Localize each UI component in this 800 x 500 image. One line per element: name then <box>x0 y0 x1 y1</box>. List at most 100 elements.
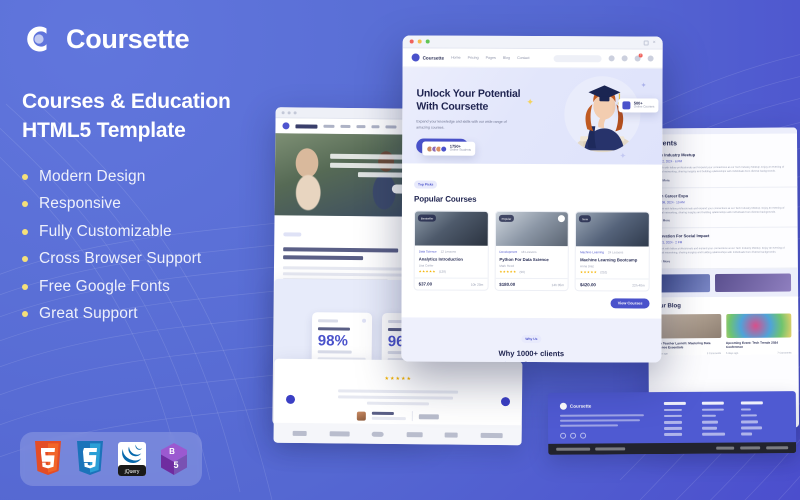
logo-icon <box>559 402 567 410</box>
social-facebook-icon[interactable] <box>560 432 567 439</box>
footer-link[interactable] <box>701 414 716 418</box>
course-card[interactable]: New Machine Learning 24 Lessons Machine … <box>574 211 650 292</box>
bullet-icon <box>22 256 28 263</box>
nav-item-pages[interactable]: Pages <box>486 56 496 60</box>
course-category: Development <box>499 249 518 254</box>
coursette-c-logo-icon <box>27 26 47 52</box>
hero-subtitle: Expand your knowledge and skills with ou… <box>416 119 507 130</box>
course-tag: New <box>579 215 591 223</box>
course-author: Lisa Carter <box>418 263 434 268</box>
nav-link[interactable] <box>385 125 397 129</box>
course-category: Data Science <box>418 249 437 254</box>
social-twitter-icon[interactable] <box>570 432 577 439</box>
nav-link[interactable] <box>323 124 335 128</box>
course-duration: 22h 40m <box>632 283 645 288</box>
list-item[interactable]: Tech Career Expo June 08, 2024 · 10 AM N… <box>647 187 798 229</box>
bullet-icon <box>22 311 28 318</box>
footer-link[interactable] <box>702 426 718 430</box>
legal-link[interactable] <box>766 446 789 450</box>
nav-item-blog[interactable]: Blog <box>503 56 510 60</box>
nav-item-pricing[interactable]: Pricing <box>468 56 479 60</box>
course-reviews: (96) <box>519 270 525 275</box>
feature-label: Great Support <box>39 305 138 323</box>
sparkle-icon: ✦ <box>526 96 534 108</box>
courses-count-badge: 500+ Online Courses <box>618 98 659 113</box>
maximize-icon[interactable] <box>643 39 649 46</box>
course-category: Machine Learning <box>580 250 604 255</box>
social-instagram-icon[interactable] <box>580 432 587 439</box>
course-thumbnail: Bestseller <box>414 211 488 246</box>
cart-icon[interactable]: 2 <box>634 53 643 62</box>
blog-card[interactable]: How Teacher Launch: Mastering Data Scien… <box>655 313 721 355</box>
search-icon[interactable] <box>608 55 615 62</box>
right-website-mockup[interactable]: Events Tech Industry Meetup May 12, 2024… <box>646 127 800 429</box>
user-icon[interactable] <box>647 55 654 62</box>
brand-logo <box>329 430 350 436</box>
why-title-rest: Coursette <box>523 359 558 362</box>
nav-link[interactable] <box>340 124 351 128</box>
footer-link[interactable] <box>741 432 753 436</box>
stat-icon <box>362 318 367 323</box>
footer-brand-block: Coursette <box>559 402 648 439</box>
footer-link[interactable] <box>741 426 763 430</box>
footer-link[interactable] <box>663 414 682 418</box>
window-minimize-button[interactable] <box>417 39 422 44</box>
course-title: Machine Learning Bootcamp <box>580 257 638 263</box>
site-navbar[interactable]: Coursette Home Pricing Pages Blog Contac… <box>402 48 663 69</box>
site-footer: Coursette <box>547 391 797 455</box>
course-card-grid: Bestseller Data Science 12 Lessons Analy… <box>413 210 650 292</box>
company-logo <box>418 413 439 419</box>
rating-stars: ★★★★★ <box>384 375 412 383</box>
hero-title-line-1: Unlock Your Potential <box>416 87 521 100</box>
navbar-menu[interactable]: Home Pricing Pages Blog Contact <box>451 56 529 60</box>
list-item[interactable]: Innovation For Social Impact July 21, 20… <box>647 227 798 270</box>
window-close-button[interactable] <box>409 39 414 44</box>
carousel-next-button[interactable] <box>500 397 511 407</box>
footer-link[interactable] <box>701 408 724 411</box>
rating-stars: ★★★★★ <box>499 270 517 275</box>
hero-image-circle <box>564 76 641 153</box>
read-more-link[interactable]: Read More <box>655 218 791 222</box>
course-tag: Popular <box>498 214 515 222</box>
footer-link[interactable] <box>740 414 757 417</box>
nav-item-home[interactable]: Home <box>451 56 461 60</box>
footer-link[interactable] <box>740 420 759 424</box>
nav-link[interactable] <box>371 125 380 129</box>
footer-link[interactable] <box>702 432 726 436</box>
event-title: Tech Industry Meetup <box>654 152 696 158</box>
read-more-link[interactable]: Read More <box>654 177 790 182</box>
section-pill: Why Us <box>521 335 542 344</box>
legal-link[interactable] <box>740 446 761 450</box>
bookmark-icon[interactable] <box>558 215 566 223</box>
footer-link[interactable] <box>663 420 683 424</box>
copyright-text <box>556 447 591 451</box>
footer-link[interactable] <box>701 420 719 424</box>
footer-link[interactable] <box>663 408 682 412</box>
legal-link[interactable] <box>716 446 735 450</box>
close-icon[interactable]: × <box>653 39 656 45</box>
nav-link[interactable] <box>356 125 366 129</box>
list-item: Modern Design <box>22 168 300 186</box>
window-maximize-button[interactable] <box>425 39 430 44</box>
footer-link[interactable] <box>740 408 751 411</box>
gallery-strip <box>647 268 799 298</box>
read-more-link[interactable]: Read More <box>655 258 791 263</box>
courses-count-label: Online Courses <box>633 104 655 109</box>
view-courses-button[interactable]: View Courses <box>610 298 650 309</box>
center-website-mockup[interactable]: × Coursette Home Pricing Pages Blog Cont… <box>401 35 663 363</box>
course-lessons: 12 Lessons <box>440 249 456 254</box>
course-card[interactable]: Bestseller Data Science 12 Lessons Analy… <box>413 210 489 292</box>
footer-link[interactable] <box>664 427 683 430</box>
gear-icon[interactable] <box>621 55 628 62</box>
gallery-photo <box>654 273 710 293</box>
footer-link[interactable] <box>664 433 683 436</box>
list-item[interactable]: Tech Industry Meetup May 12, 2024 · 6 PM… <box>647 146 798 189</box>
course-card[interactable]: Popular Development 18 Lessons Python Fo… <box>494 210 570 292</box>
blog-card[interactable]: Upcoming Event: Tech Trends 2024 Confere… <box>725 313 792 355</box>
sparkle-icon: ✦ <box>640 82 647 90</box>
navbar-brand[interactable]: Coursette <box>411 53 444 62</box>
brand-logo <box>480 432 503 438</box>
search-input[interactable] <box>553 54 602 62</box>
gallery-photo <box>714 273 792 292</box>
nav-item-contact[interactable]: Contact <box>517 56 529 60</box>
